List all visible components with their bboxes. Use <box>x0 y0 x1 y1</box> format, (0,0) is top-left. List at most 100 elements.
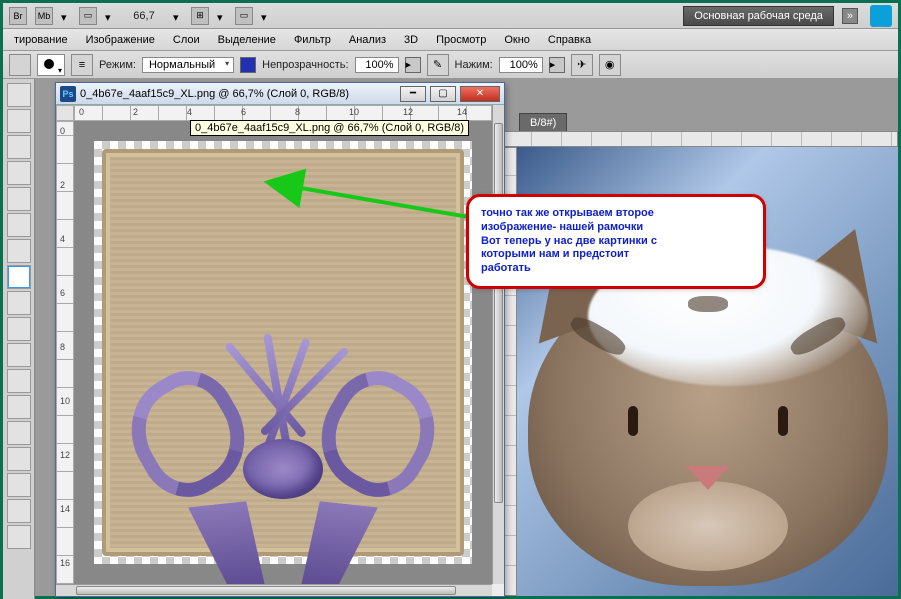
ruler-v-label: 10 <box>60 396 70 406</box>
tool-gradient[interactable] <box>7 369 31 393</box>
menu-select[interactable]: Выделение <box>211 32 283 48</box>
ruler-v-label: 0 <box>60 126 65 136</box>
tool-eraser[interactable] <box>7 343 31 367</box>
current-tool-icon[interactable] <box>9 54 31 76</box>
workspace-label: Основная рабочая среда <box>694 10 823 22</box>
tool-pen[interactable] <box>7 447 31 471</box>
workspace-expand-icon[interactable]: » <box>842 8 858 24</box>
doc1-scrollbar-vertical[interactable] <box>492 105 504 584</box>
ruler-h-label: 12 <box>403 107 413 117</box>
ruler-h-label: 0 <box>79 107 84 117</box>
tool-blur[interactable] <box>7 395 31 419</box>
purple-bow <box>153 374 413 564</box>
window-minimize-button[interactable]: ━ <box>400 86 426 102</box>
ruler-h-label: 14 <box>457 107 467 117</box>
opacity-arrow-icon[interactable]: ▸ <box>405 57 421 73</box>
mini-bridge-icon[interactable]: Mb <box>35 7 53 25</box>
window-maximize-button[interactable]: ▢ <box>430 86 456 102</box>
pressure-opacity-icon[interactable]: ✎ <box>427 54 449 76</box>
cat-face <box>528 266 888 586</box>
dropdown-arrow-icon[interactable]: ▾ <box>173 11 183 21</box>
scrollbar-thumb[interactable] <box>494 123 503 503</box>
workspace-switcher-button[interactable]: Основная рабочая среда <box>683 6 834 26</box>
tool-crop[interactable] <box>7 187 31 211</box>
doc2-ruler-horizontal <box>501 131 898 147</box>
dropdown-arrow-icon[interactable]: ▾ <box>61 11 71 21</box>
ruler-v-label: 2 <box>60 180 65 190</box>
ruler-h-label: 4 <box>187 107 192 117</box>
ruler-v-label: 16 <box>60 558 70 568</box>
doc1-ruler-horizontal[interactable]: 0 2 4 6 8 10 12 14 <box>74 105 492 121</box>
opacity-label: Непрозрачность: <box>262 59 348 71</box>
doc1-ruler-vertical[interactable]: 0 2 4 6 8 10 12 14 16 <box>56 121 74 584</box>
dropdown-arrow-icon[interactable]: ▾ <box>261 11 271 21</box>
cs-live-icon[interactable] <box>870 5 892 27</box>
dropdown-arrow-icon[interactable]: ▾ <box>105 11 115 21</box>
annotation-callout: точно так же открываем второе изображени… <box>466 194 766 289</box>
tool-history-brush[interactable] <box>7 317 31 341</box>
annotation-arrow <box>285 179 485 229</box>
ruler-v-label: 4 <box>60 234 65 244</box>
arrange-docs-icon[interactable]: ⊞ <box>191 7 209 25</box>
menu-3d[interactable]: 3D <box>397 32 425 48</box>
tool-lasso[interactable] <box>7 135 31 159</box>
zoom-level-field[interactable]: 66,7 <box>123 9 165 23</box>
tool-dodge[interactable] <box>7 421 31 445</box>
tool-wand[interactable] <box>7 161 31 185</box>
flow-arrow-icon[interactable]: ▸ <box>549 57 565 73</box>
menu-help[interactable]: Справка <box>541 32 598 48</box>
scrollbar-thumb[interactable] <box>76 586 456 595</box>
flow-field[interactable]: 100% <box>499 57 543 73</box>
screen-layout-icon[interactable]: ▭ <box>235 7 253 25</box>
tool-heal[interactable] <box>7 239 31 263</box>
opacity-field[interactable]: 100% <box>355 57 399 73</box>
ruler-h-label: 10 <box>349 107 359 117</box>
airbrush-icon[interactable]: ✈ <box>571 54 593 76</box>
doc1-title: 0_4b67e_4aaf15c9_XL.png @ 66,7% (Слой 0,… <box>80 88 396 100</box>
tool-type[interactable] <box>7 473 31 497</box>
ruler-v-label: 8 <box>60 342 65 352</box>
cat-eye-right <box>778 406 788 436</box>
pressure-size-icon[interactable]: ◉ <box>599 54 621 76</box>
doc2-tab[interactable]: B/8#) <box>519 113 567 133</box>
tool-move[interactable] <box>7 83 31 107</box>
tool-eyedropper[interactable] <box>7 213 31 237</box>
ruler-h-label: 8 <box>295 107 300 117</box>
ruler-h-label: 6 <box>241 107 246 117</box>
photoshop-badge-icon: Ps <box>60 86 76 102</box>
menu-view[interactable]: Просмотр <box>429 32 493 48</box>
menu-image[interactable]: Изображение <box>79 32 162 48</box>
doc1-titlebar[interactable]: Ps 0_4b67e_4aaf15c9_XL.png @ 66,7% (Слой… <box>56 83 504 105</box>
tool-brush[interactable] <box>7 265 31 289</box>
menu-layers[interactable]: Слои <box>166 32 207 48</box>
cat-eye-left <box>628 406 638 436</box>
bridge-icon[interactable]: Br <box>9 7 27 25</box>
brush-panel-icon[interactable]: ≡ <box>71 54 93 76</box>
dropdown-arrow-icon[interactable]: ▾ <box>217 11 227 21</box>
brush-preset-picker[interactable] <box>37 54 65 76</box>
doc1-scrollbar-horizontal[interactable] <box>56 584 492 596</box>
tool-path[interactable] <box>7 499 31 523</box>
tool-stamp[interactable] <box>7 291 31 315</box>
tools-panel <box>3 79 35 599</box>
cat-nose <box>686 466 730 490</box>
menu-filter[interactable]: Фильтр <box>287 32 338 48</box>
screen-mode-icon[interactable]: ▭ <box>79 7 97 25</box>
bow-tail-right <box>288 501 378 584</box>
ruler-corner <box>56 105 74 121</box>
mode-label: Режим: <box>99 59 136 71</box>
annotation-line: работать <box>481 262 751 276</box>
ruler-v-label: 12 <box>60 450 70 460</box>
menubar: тирование Изображение Слои Выделение Фил… <box>3 29 898 51</box>
doc1-window[interactable]: Ps 0_4b67e_4aaf15c9_XL.png @ 66,7% (Слой… <box>55 82 505 597</box>
options-bar: ≡ Режим: Нормальный Непрозрачность: 100%… <box>3 51 898 79</box>
menu-analysis[interactable]: Анализ <box>342 32 393 48</box>
menu-window[interactable]: Окно <box>497 32 537 48</box>
mode-extras-icon[interactable] <box>240 57 256 73</box>
window-close-button[interactable]: ✕ <box>460 86 500 102</box>
tool-marquee[interactable] <box>7 109 31 133</box>
flow-label: Нажим: <box>455 59 493 71</box>
menu-edit[interactable]: тирование <box>7 32 75 48</box>
tool-shape[interactable] <box>7 525 31 549</box>
blend-mode-dropdown[interactable]: Нормальный <box>142 57 234 73</box>
